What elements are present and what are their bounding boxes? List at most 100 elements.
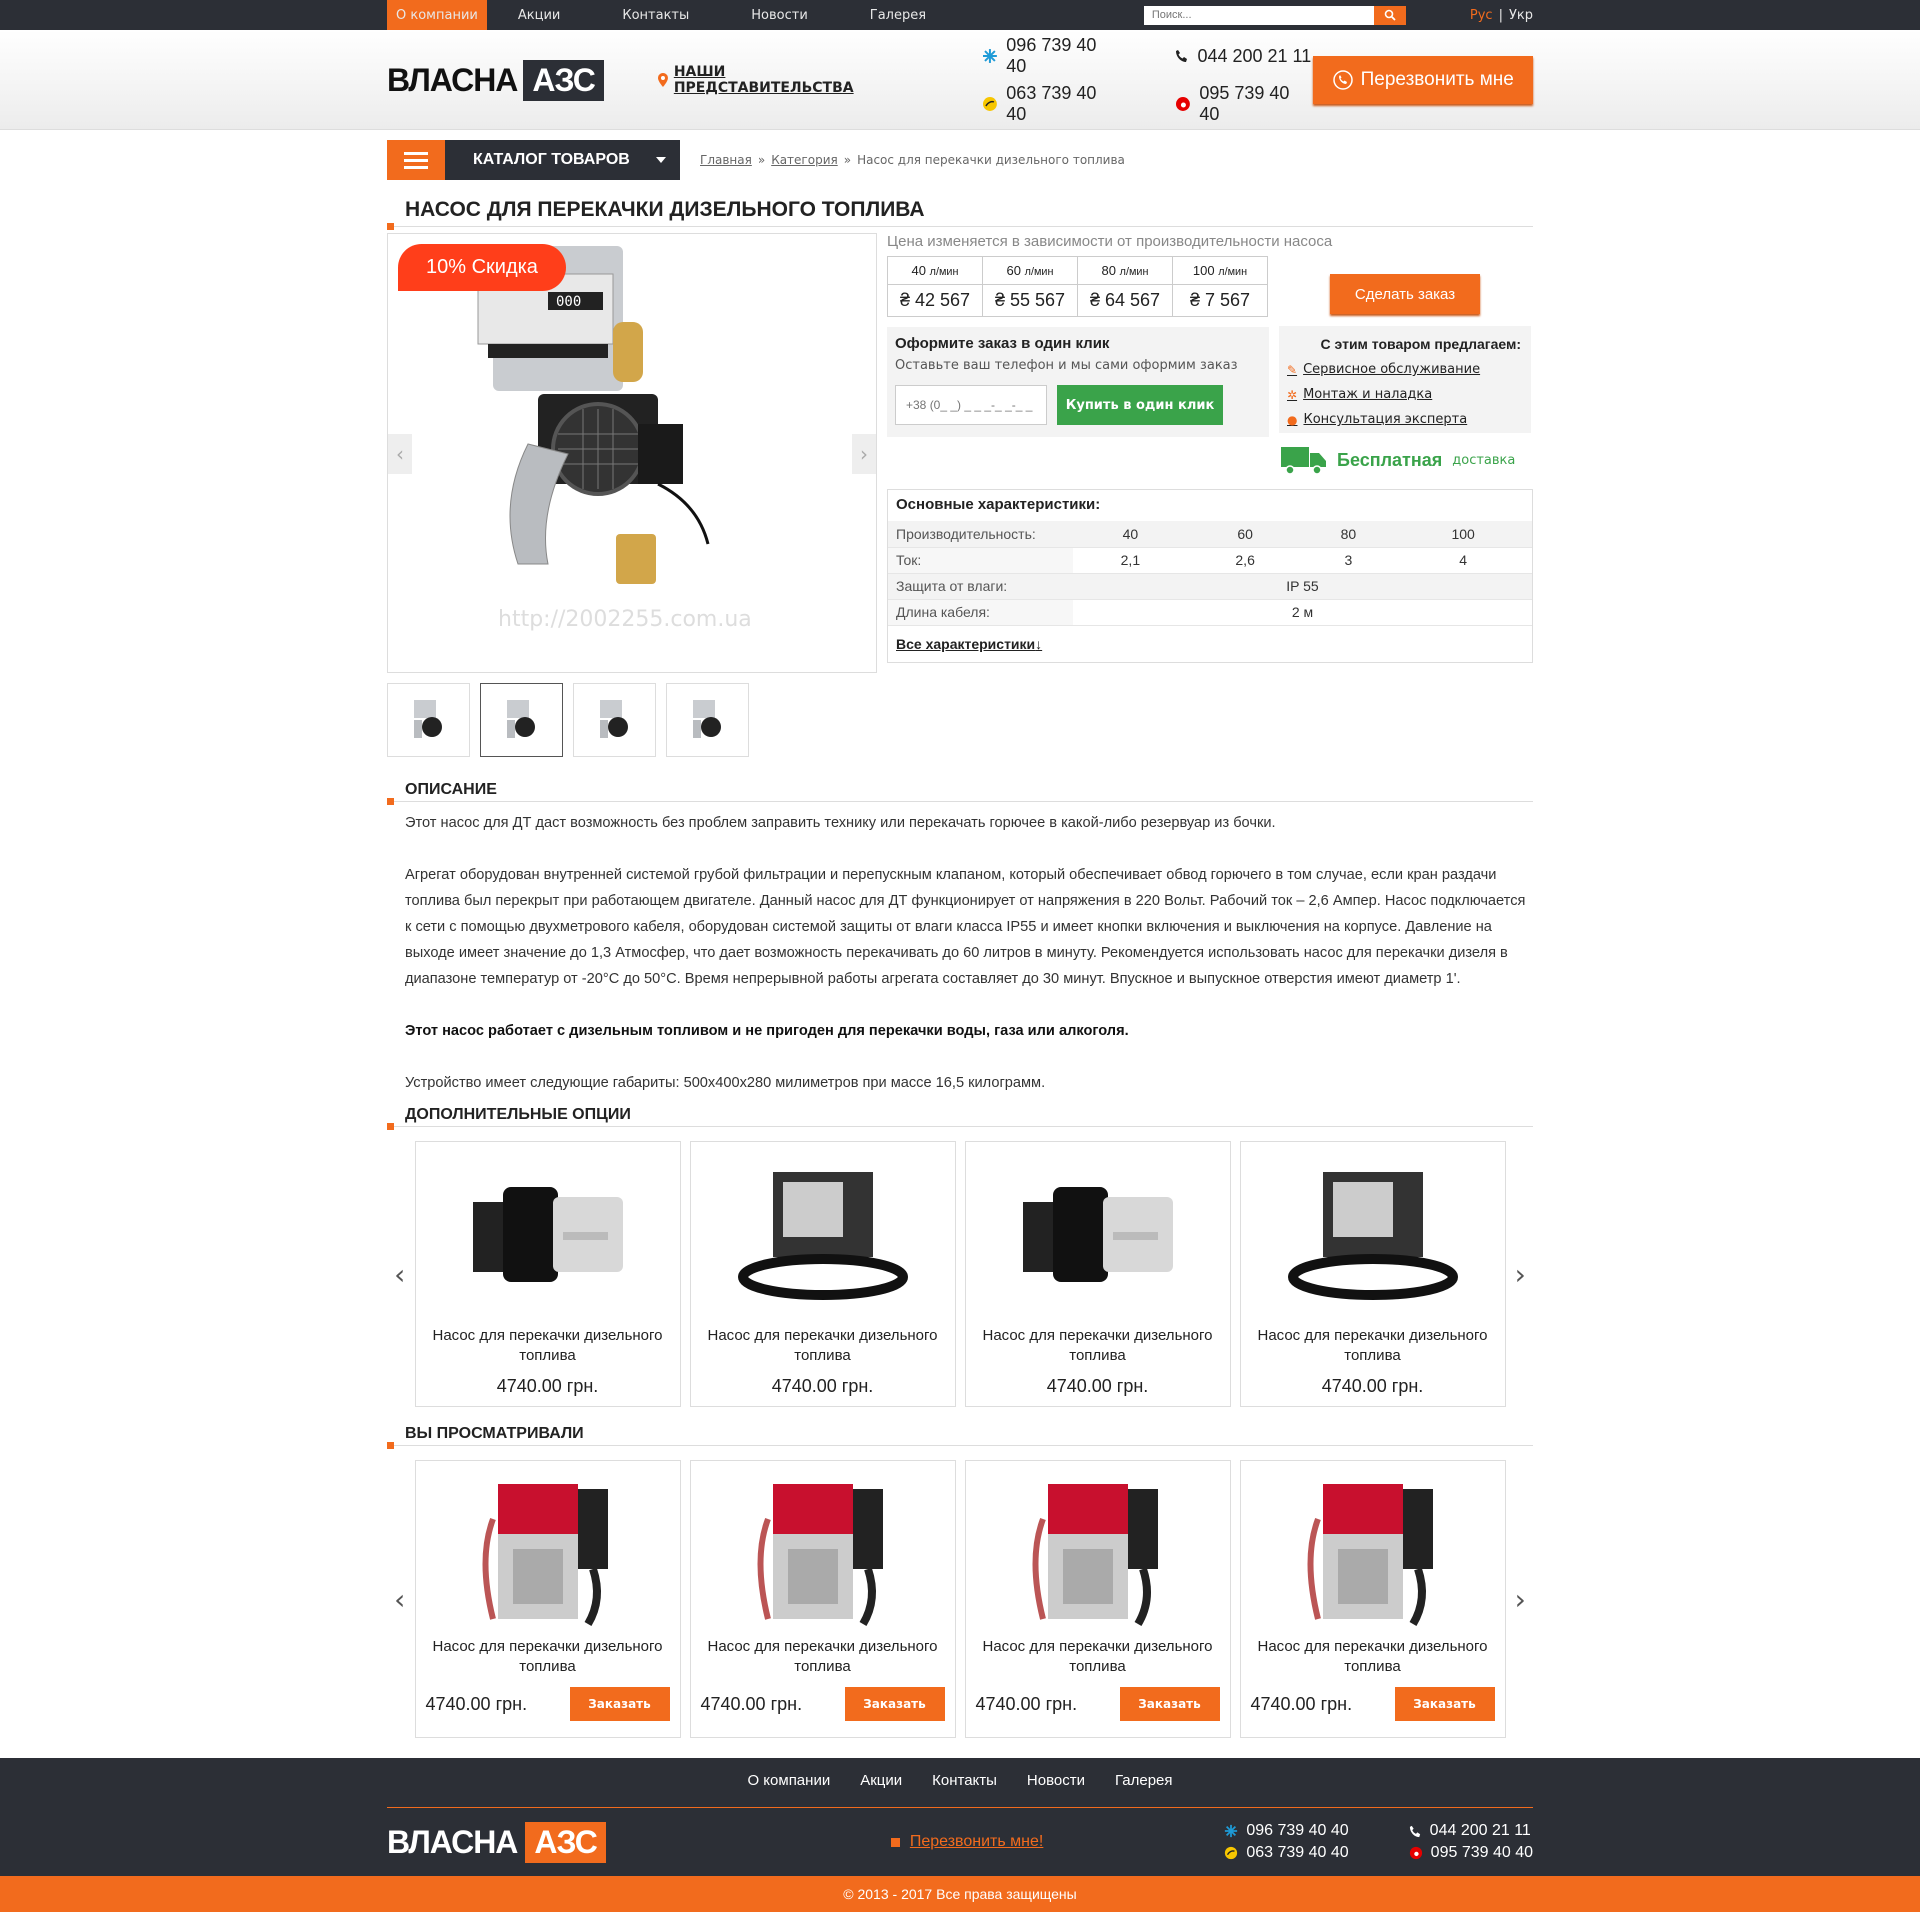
buy-one-click-button[interactable]: Купить в один клик	[1057, 385, 1223, 425]
footer: О компании Акции Контакты Новости Галере…	[0, 1758, 1920, 1876]
kyivstar-icon	[1225, 1824, 1238, 1838]
price-option-price: ₴ 55 567	[982, 284, 1078, 317]
top-nav-news[interactable]: Новости	[720, 0, 839, 30]
breadcrumb-home[interactable]: Главная	[700, 153, 752, 167]
footer-nav-news[interactable]: Новости	[1027, 1772, 1085, 1807]
phone-kyivstar[interactable]: 096 739 40 40	[982, 35, 1120, 77]
viewed-card[interactable]: Насос для перекачки дизельного топлива 4…	[414, 1460, 681, 1738]
price-option-rate[interactable]: 100 л/мин	[1172, 256, 1268, 285]
thumbnail-selected[interactable]	[480, 683, 563, 757]
carousel-prev-button[interactable]: ‹	[387, 1583, 413, 1616]
phone-icon	[1409, 1825, 1420, 1837]
footer-phone-city[interactable]: 044 200 21 11	[1409, 1822, 1533, 1840]
rate-value: 60	[1006, 263, 1022, 278]
chevron-left-icon: ‹	[394, 1257, 406, 1291]
offer-consult-link[interactable]: ● Консультация эксперта	[1287, 412, 1521, 427]
phone-vodafone[interactable]: 095 739 40 40	[1175, 83, 1313, 125]
carousel-next-button[interactable]: ›	[1508, 1258, 1534, 1291]
order-button[interactable]: Заказать	[569, 1687, 670, 1721]
viewed-card[interactable]: Насос для перекачки дизельного топлива 4…	[964, 1460, 1231, 1738]
footer-logo[interactable]: ВЛАСНА АЗС	[387, 1821, 606, 1863]
spec-label: Длина кабеля:	[888, 599, 1073, 626]
product-card[interactable]: Насос для перекачки дизельного топлива 4…	[1239, 1141, 1506, 1407]
footer-phones: 096 739 40 40 044 200 21 11 063 739 40 4…	[1224, 1822, 1533, 1862]
description-paragraph: Агрегат оборудован внутренней системой г…	[405, 867, 1526, 987]
product-card[interactable]: Насос для перекачки дизельного топлива 4…	[414, 1141, 681, 1407]
footer-phone-kyivstar[interactable]: 096 739 40 40	[1224, 1822, 1349, 1840]
gears-icon: ✲	[1287, 387, 1298, 402]
card-image	[998, 1471, 1198, 1637]
thumbnail[interactable]	[666, 683, 749, 757]
search-button[interactable]	[1373, 5, 1406, 25]
price-option-rate[interactable]: 80 л/мин	[1077, 256, 1173, 285]
thumbnail[interactable]	[387, 683, 470, 757]
order-button[interactable]: Заказать	[1119, 1687, 1220, 1721]
map-pin-icon	[657, 73, 668, 87]
all-specs-link[interactable]: Все характеристики↓	[896, 636, 1524, 652]
phone-city[interactable]: 044 200 21 11	[1175, 35, 1313, 77]
pump-thumb-image	[506, 700, 535, 738]
viewed-card[interactable]: Насос для перекачки дизельного топлива 4…	[1239, 1460, 1506, 1738]
phone-number: 095 739 40 40	[1430, 1844, 1533, 1861]
top-nav-contacts[interactable]: Контакты	[591, 0, 720, 30]
top-nav: О компании Акции Контакты Новости Галере…	[387, 0, 957, 30]
footer-phone-life[interactable]: 063 739 40 40	[1224, 1844, 1349, 1862]
gallery-prev-button[interactable]: ‹	[388, 434, 412, 474]
offer-install-link[interactable]: ✲ Монтаж и наладка	[1287, 387, 1521, 402]
footer-nav-promos[interactable]: Акции	[860, 1772, 902, 1807]
catalog-dropdown[interactable]: КАТАЛОГ ТОВАРОВ	[445, 140, 680, 180]
gallery-next-button[interactable]: ›	[852, 434, 876, 474]
top-nav-promos[interactable]: Акции	[487, 0, 592, 30]
top-nav-gallery[interactable]: Галерея	[839, 0, 957, 30]
product-card[interactable]: Насос для перекачки дизельного топлива 4…	[689, 1141, 956, 1407]
top-nav-about[interactable]: О компании	[387, 0, 487, 30]
phone-life[interactable]: 063 739 40 40	[982, 83, 1120, 125]
info-row: 40 л/мин 60 л/мин 80 л/мин 100 л/мин ₴ 4…	[887, 250, 1533, 475]
footer-nav-contacts[interactable]: Контакты	[932, 1772, 997, 1807]
offer-service-link[interactable]: ✎ Сервисное обслуживание	[1287, 362, 1521, 377]
phone-life-number: 063 739 40 40	[1006, 83, 1097, 124]
search-input[interactable]	[1143, 5, 1374, 25]
representatives-link[interactable]: НАШИ ПРЕДСТАВИТЕЛЬСТВА	[657, 64, 909, 96]
order-button[interactable]: Заказать	[1394, 1687, 1495, 1721]
viewed-card[interactable]: Насос для перекачки дизельного топлива 4…	[689, 1460, 956, 1738]
phone-number: 096 739 40 40	[1246, 1822, 1349, 1839]
price-note: Цена изменяется в зависимости от произво…	[887, 233, 1333, 250]
order-button[interactable]: Заказать	[844, 1687, 945, 1721]
lang-uk[interactable]: Укр	[1509, 8, 1533, 23]
callback-button[interactable]: Перезвонить мне	[1313, 56, 1533, 104]
copyright-bar: © 2013 - 2017 Все права защищены	[0, 1876, 1920, 1912]
thumbnail[interactable]	[573, 683, 656, 757]
pump-kit-image	[737, 1172, 908, 1300]
offer-label: Монтаж и наладка	[1303, 387, 1433, 402]
price-option-rate[interactable]: 40 л/мин	[887, 256, 983, 285]
card-price: 4740.00 грн.	[1250, 1693, 1353, 1714]
card-price: 4740.00 грн.	[700, 1693, 803, 1714]
product-main-image[interactable]: 000 10% Скидка ‹ › http://2002255.com.ua	[387, 233, 877, 673]
breadcrumb-category[interactable]: Категория	[771, 153, 838, 167]
page-title: НАСОС ДЛЯ ПЕРЕКАЧКИ ДИЗЕЛЬНОГО ТОПЛИВА	[387, 198, 1533, 230]
phone-number: 044 200 21 11	[1429, 1822, 1531, 1839]
footer-nav-about[interactable]: О компании	[747, 1772, 830, 1807]
breadcrumb-separator: »	[843, 153, 852, 167]
delivery-bold: Бесплатная	[1337, 449, 1443, 470]
product-card[interactable]: Насос для перекачки дизельного топлива 4…	[964, 1141, 1231, 1407]
kyivstar-icon	[983, 49, 998, 63]
offers-title: С этим товаром предлагаем:	[1320, 336, 1521, 352]
logo[interactable]: ВЛАСНА АЗС	[387, 59, 604, 101]
carousel-prev-button[interactable]: ‹	[387, 1258, 413, 1291]
menu-burger-button[interactable]	[387, 140, 445, 180]
svg-text:000: 000	[556, 294, 581, 310]
price-option-rate[interactable]: 60 л/мин	[982, 256, 1078, 285]
one-click-title: Оформите заказ в один клик	[895, 335, 1110, 352]
viewed-cards: Насос для перекачки дизельного топлива 4…	[414, 1460, 1506, 1738]
card-image	[998, 1152, 1198, 1322]
lang-ru[interactable]: Рус	[1470, 8, 1493, 23]
footer-phone-vodafone[interactable]: 095 739 40 40	[1409, 1844, 1533, 1862]
footer-callback-link[interactable]: Перезвонить мне!	[890, 1833, 1043, 1851]
footer-nav-gallery[interactable]: Галерея	[1115, 1772, 1173, 1807]
make-order-button[interactable]: Сделать заказ	[1330, 274, 1480, 314]
free-delivery: Бесплатная доставка	[1281, 445, 1531, 475]
carousel-next-button[interactable]: ›	[1508, 1583, 1534, 1616]
phone-input[interactable]	[895, 385, 1047, 425]
